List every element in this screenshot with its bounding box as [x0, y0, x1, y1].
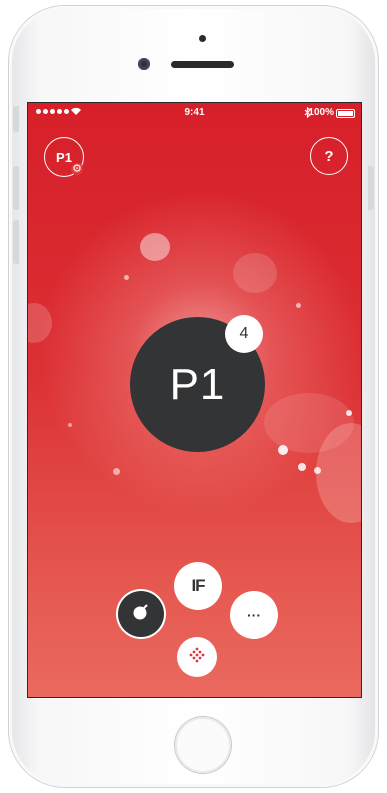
battery-percent: 100% [308, 107, 334, 118]
bokeh-light [296, 303, 301, 308]
bomb-icon [131, 602, 151, 627]
bokeh-light [314, 467, 321, 474]
home-button[interactable] [175, 717, 231, 773]
ifttt-button[interactable]: IF [174, 562, 222, 610]
front-camera [138, 58, 150, 70]
help-button-label: ? [324, 147, 334, 165]
device-frame: 9:41 100% P1 ⚙ ? P1 4 IF ··· [0, 0, 387, 793]
bokeh-light [124, 275, 129, 280]
notification-badge: 4 [225, 315, 263, 353]
more-button[interactable]: ··· [230, 591, 278, 639]
bokeh-light [278, 445, 288, 455]
earpiece-speaker [171, 61, 234, 68]
status-bar: 9:41 100% [28, 103, 361, 123]
bokeh-light [298, 463, 306, 471]
mute-switch [13, 106, 19, 132]
bokeh-light [264, 393, 354, 453]
bokeh-light [68, 423, 72, 427]
bokeh-light [113, 468, 120, 475]
profile-button-label: P1 [56, 149, 72, 165]
bokeh-light [28, 303, 52, 343]
volume-down-button [13, 220, 19, 264]
battery-icon [336, 109, 355, 118]
bokeh-light [140, 233, 170, 261]
dot-diamond-icon [189, 647, 205, 668]
bokeh-light [346, 410, 352, 416]
gear-icon: ⚙ [71, 163, 83, 175]
theme-button[interactable] [118, 591, 164, 637]
notification-count: 4 [239, 325, 249, 342]
ifttt-icon: IF [191, 576, 205, 595]
volume-up-button [13, 166, 19, 210]
active-profile-label: P1 [169, 359, 226, 409]
app-screen: 9:41 100% P1 ⚙ ? P1 4 IF ··· [28, 103, 361, 697]
ellipsis-icon: ··· [247, 607, 261, 623]
power-button [368, 166, 374, 210]
help-button[interactable]: ? [310, 137, 348, 175]
bokeh-light [233, 253, 277, 293]
grid-button[interactable] [177, 637, 217, 677]
proximity-sensor [199, 35, 206, 42]
